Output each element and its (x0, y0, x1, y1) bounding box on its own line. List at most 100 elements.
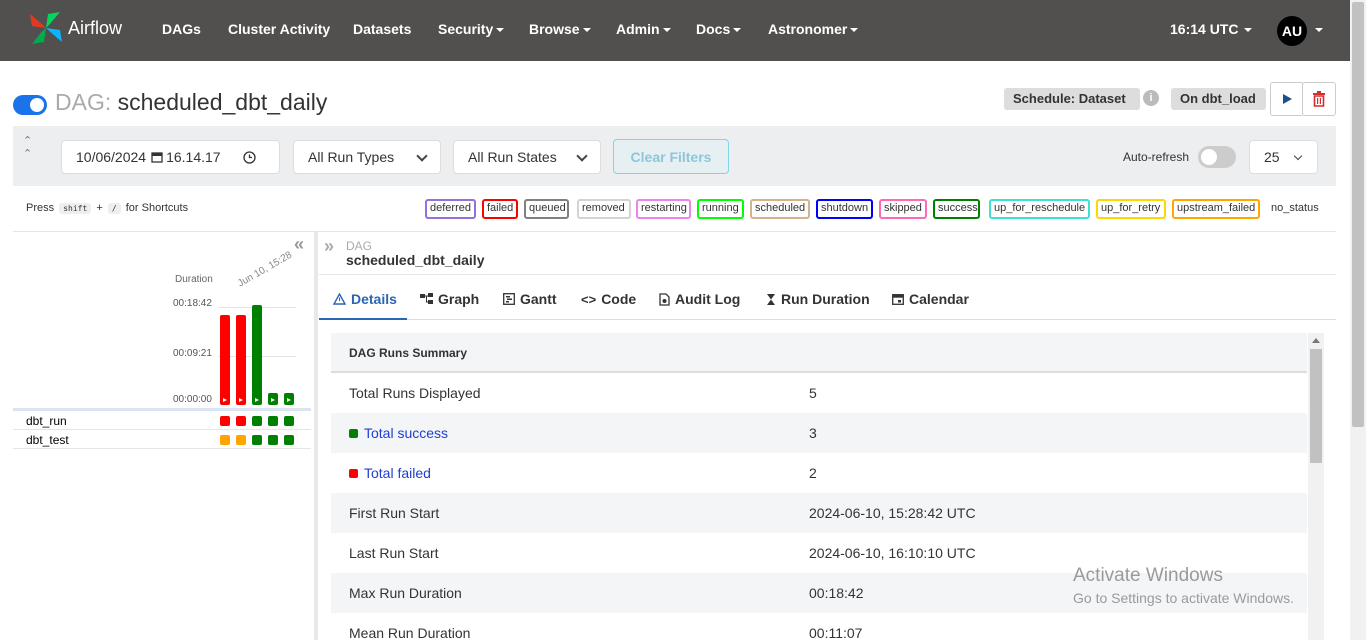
collapse-grid-icon[interactable]: « (294, 234, 304, 255)
calendar-icon[interactable] (151, 151, 163, 163)
legend-restarting[interactable]: restarting (636, 199, 691, 219)
table-row: Total Runs Displayed 5 (331, 373, 1307, 413)
task-instance-square[interactable] (236, 435, 246, 445)
run-date-label: Jun 10, 15:28 (236, 249, 294, 290)
task-instance-square[interactable] (220, 416, 230, 426)
row-link[interactable]: Total failed (364, 465, 431, 481)
legend-up-for-reschedule[interactable]: up_for_reschedule (989, 199, 1090, 219)
legend-up-for-retry[interactable]: up_for_retry (1096, 199, 1166, 219)
task-instance-square[interactable] (236, 416, 246, 426)
run-duration-bar[interactable] (284, 393, 294, 405)
nav-browse[interactable]: Browse (529, 21, 591, 37)
page-scrollbar-thumb[interactable] (1352, 2, 1364, 427)
run-duration-bar[interactable] (236, 314, 246, 405)
trigger-dag-button[interactable] (1270, 82, 1304, 116)
graph-icon (420, 293, 433, 304)
task-instance-square[interactable] (284, 416, 294, 426)
page-scrollbar[interactable] (1350, 0, 1366, 640)
clock-icon[interactable] (242, 150, 256, 164)
expand-grid-icon[interactable]: » (324, 236, 334, 257)
hourglass-icon (767, 293, 775, 305)
tab-code[interactable]: <> Code (581, 291, 636, 307)
task-instance-square[interactable] (252, 416, 262, 426)
run-states-value: All Run States (468, 149, 557, 165)
task-instance-square[interactable] (268, 416, 278, 426)
user-menu-caret[interactable] (1312, 21, 1323, 37)
legend-no-status[interactable]: no_status (1266, 199, 1321, 219)
nav-admin[interactable]: Admin (616, 21, 671, 37)
legend-removed[interactable]: removed (577, 199, 631, 219)
autorefresh-toggle[interactable] (1198, 146, 1236, 168)
task-name[interactable]: dbt_run (26, 414, 67, 428)
tab-calendar[interactable]: Calendar (892, 291, 969, 307)
row-label: Mean Run Duration (349, 625, 471, 640)
info-icon[interactable]: i (1143, 90, 1159, 106)
nav-dags[interactable]: DAGs (162, 21, 201, 37)
panel-resizer[interactable] (314, 232, 318, 640)
nav-security[interactable]: Security (438, 21, 505, 37)
play-icon (255, 398, 259, 402)
divider (13, 231, 1336, 232)
task-row[interactable]: dbt_test (13, 430, 311, 449)
base-date-input[interactable]: 10/06/2024 16.14.17 (61, 140, 280, 174)
row-link[interactable]: Total success (364, 425, 448, 441)
task-name[interactable]: dbt_test (26, 433, 69, 447)
run-types-select[interactable]: All Run Types (293, 140, 441, 174)
caret-down-icon (496, 28, 505, 33)
task-instance-square[interactable] (268, 435, 278, 445)
run-duration-bar[interactable] (220, 314, 230, 405)
legend-running[interactable]: running (697, 199, 744, 219)
nav-docs[interactable]: Docs (696, 21, 742, 37)
nav-datasets[interactable]: Datasets (353, 21, 411, 37)
play-icon (1283, 94, 1292, 104)
legend-skipped[interactable]: skipped (879, 199, 927, 219)
row-value: 2024-06-10, 15:28:42 UTC (809, 505, 976, 521)
chevron-down-icon (576, 150, 588, 162)
shortcut-plus: + (96, 202, 103, 214)
legend-shutdown[interactable]: shutdown (816, 199, 873, 219)
timezone-dropdown[interactable]: 16:14 UTC (1170, 21, 1253, 37)
tab-graph[interactable]: Graph (420, 291, 479, 307)
legend-upstream-failed[interactable]: upstream_failed (1172, 199, 1260, 219)
run-duration-bar[interactable] (268, 393, 278, 405)
details-label: DAG (346, 239, 373, 253)
nav-cluster-activity[interactable]: Cluster Activity (228, 21, 330, 37)
legend-queued[interactable]: queued (524, 199, 569, 219)
clear-filters-button[interactable]: Clear Filters (613, 139, 729, 174)
dag-title-prefix: DAG: (55, 89, 112, 115)
nav-astronomer[interactable]: Astronomer (768, 21, 859, 37)
run-duration-bar[interactable] (252, 305, 262, 405)
legend-failed[interactable]: failed (482, 199, 518, 219)
table-row: Total success 3 (331, 413, 1307, 453)
details-scrollbar[interactable] (1308, 333, 1324, 640)
tab-details[interactable]: Details (333, 291, 397, 307)
scroll-up-icon[interactable] (1312, 338, 1320, 343)
num-runs-select[interactable]: 25 (1249, 140, 1318, 174)
legend-scheduled[interactable]: scheduled (750, 199, 810, 219)
user-avatar[interactable]: AU (1277, 16, 1307, 46)
num-runs-value: 25 (1264, 149, 1280, 165)
delete-dag-button[interactable] (1302, 82, 1336, 116)
task-row[interactable]: dbt_run (13, 411, 311, 430)
run-types-value: All Run Types (308, 149, 395, 165)
table-row: First Run Start 2024-06-10, 15:28:42 UTC (331, 493, 1307, 533)
tab-audit-log[interactable]: Audit Log (659, 291, 740, 307)
task-instance-square[interactable] (220, 435, 230, 445)
dag-pause-toggle[interactable] (13, 95, 47, 115)
tab-gantt[interactable]: Gantt (503, 291, 557, 307)
task-instance-square[interactable] (252, 435, 262, 445)
row-label: Total failed (349, 465, 431, 481)
task-instance-square[interactable] (284, 435, 294, 445)
details-scrollbar-thumb[interactable] (1310, 349, 1322, 463)
table-row: Total failed 2 (331, 453, 1307, 493)
play-icon (287, 398, 291, 402)
airflow-logo[interactable]: Airflow (28, 10, 122, 46)
navbar: Airflow DAGs Cluster Activity Datasets S… (0, 0, 1350, 61)
legend-success[interactable]: success (933, 199, 980, 219)
row-label: Total Runs Displayed (349, 385, 481, 401)
tab-run-duration[interactable]: Run Duration (766, 291, 870, 307)
time-value: 16.14.17 (166, 149, 221, 165)
collapse-filters-icon[interactable]: ⌃ ⌃ (23, 134, 32, 160)
run-states-select[interactable]: All Run States (453, 140, 601, 174)
legend-deferred[interactable]: deferred (425, 199, 476, 219)
